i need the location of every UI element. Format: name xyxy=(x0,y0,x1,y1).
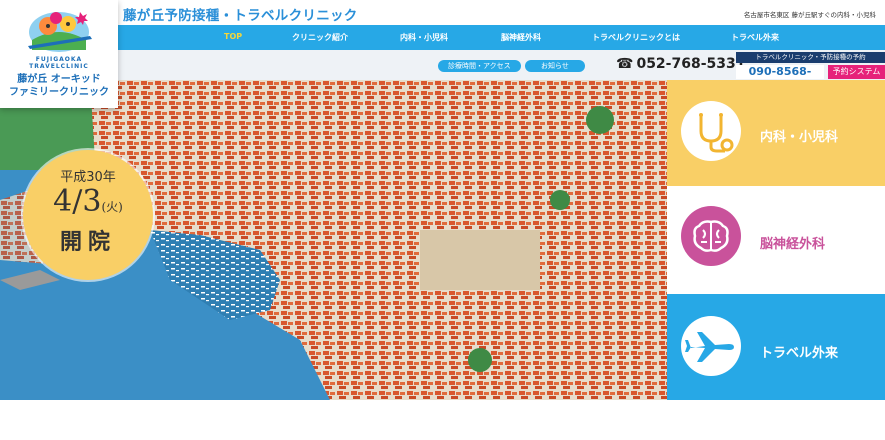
news-button[interactable]: お知らせ xyxy=(525,60,585,72)
travel-phone-number[interactable]: 090-8568-3336 xyxy=(736,65,824,92)
panel-neurosurgery[interactable]: 脳神経外科 xyxy=(667,186,885,294)
phone-number[interactable]: ☎ 052-768-5331 xyxy=(616,56,746,72)
panel-internal-pediatrics-label: 内科・小児科 xyxy=(760,130,839,145)
nav-travel-outpatient[interactable]: トラベル外来 xyxy=(731,32,779,43)
logo-latin-line2: TRAVELCLINIC xyxy=(29,63,89,70)
travel-reservation-label: トラベルクリニック・予防接種の予約 xyxy=(736,52,885,63)
nav-about-travel-clinic[interactable]: トラベルクリニックとは xyxy=(592,32,680,43)
logo-latin-line1: FUJIGAOKA xyxy=(35,56,83,63)
opening-text: 開院 xyxy=(59,230,116,255)
clinic-logo[interactable]: FUJIGAOKA TRAVELCLINIC 藤が丘 オーキッド ファミリークリ… xyxy=(0,0,118,108)
opening-badge: 平成30年 4/3(火) 開院 xyxy=(23,150,153,280)
opening-era-year: 平成30年 xyxy=(60,170,116,185)
opening-weekday: (火) xyxy=(101,200,123,214)
logo-emblem-icon xyxy=(28,12,92,52)
hero-image: 平成30年 4/3(火) 開院 xyxy=(0,80,667,400)
logo-name-line2: ファミリークリニック xyxy=(9,87,109,98)
panel-internal-pediatrics[interactable]: 内科・小児科 xyxy=(667,80,885,186)
nav-top[interactable]: TOP xyxy=(224,32,242,41)
site-tagline: 名古屋市名東区 藤が丘駅すぐの内科・小児科 xyxy=(743,11,876,19)
panel-neurosurgery-label: 脳神経外科 xyxy=(760,237,826,252)
opening-date-value: 4/3 xyxy=(53,184,102,219)
reservation-system-button[interactable]: 予約システム xyxy=(828,65,885,79)
nav-internal-pediatrics[interactable]: 内科・小児科 xyxy=(400,32,448,43)
phone-number-text: 052-768-5331 xyxy=(636,56,746,72)
main-nav: TOP クリニック紹介 内科・小児科 脳神経外科 トラベルクリニックとは トラベ… xyxy=(118,25,885,50)
stethoscope-icon xyxy=(681,101,741,161)
brain-icon xyxy=(681,206,741,266)
site-title: 藤が丘予防接種・トラベルクリニック xyxy=(123,8,358,24)
info-bar: 診療時間・アクセス お知らせ ☎ 052-768-5331 トラベルクリニック・予… xyxy=(118,50,885,92)
travel-reservation-box: トラベルクリニック・予防接種の予約 090-8568-3336 予約システム xyxy=(736,52,885,92)
panel-travel-outpatient[interactable]: トラベル外来 xyxy=(667,294,885,400)
hours-access-button[interactable]: 診療時間・アクセス xyxy=(438,60,521,72)
nav-neurosurgery[interactable]: 脳神経外科 xyxy=(501,32,541,43)
airplane-icon xyxy=(681,316,741,376)
logo-latin-text: FUJIGAOKA TRAVELCLINIC xyxy=(0,56,118,70)
nav-clinic-intro[interactable]: クリニック紹介 xyxy=(292,32,348,43)
opening-date: 4/3(火) xyxy=(23,184,153,219)
panel-travel-outpatient-label: トラベル外来 xyxy=(760,346,839,361)
phone-icon: ☎ xyxy=(616,56,634,72)
